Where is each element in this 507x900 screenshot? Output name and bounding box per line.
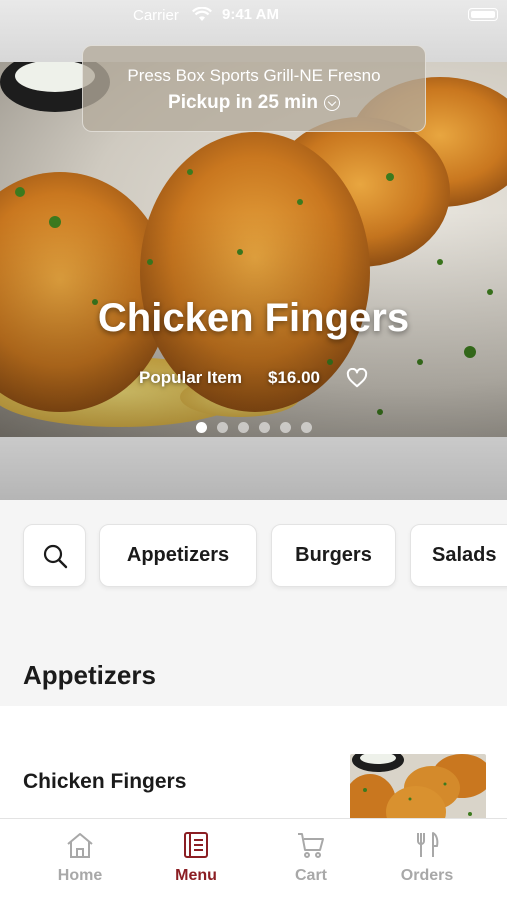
chevron-down-icon: [323, 95, 340, 111]
wifi-icon: [192, 7, 212, 21]
category-chip-appetizers[interactable]: Appetizers: [99, 524, 257, 587]
tab-label-cart: Cart: [294, 867, 327, 884]
category-chip-salads[interactable]: Salads: [410, 524, 507, 587]
carousel-dot[interactable]: [300, 422, 312, 433]
heart-icon[interactable]: [346, 368, 368, 388]
section-title: Appetizers: [23, 660, 156, 690]
battery-icon: [468, 8, 498, 21]
bottom-tab-bar: Home Menu Cart Orders: [0, 818, 507, 900]
status-time: 9:41 AM: [222, 6, 279, 23]
tab-cart[interactable]: Cart: [261, 829, 361, 897]
carrier-label: Carrier: [133, 7, 179, 24]
category-chip-burgers[interactable]: Burgers: [271, 524, 396, 587]
featured-item-title: Chicken Fingers: [97, 296, 410, 340]
store-selector[interactable]: Press Box Sports Grill-NE Fresno Pickup …: [82, 45, 426, 132]
home-icon: [67, 833, 93, 858]
store-name: Press Box Sports Grill-NE Fresno: [127, 66, 381, 85]
tab-orders[interactable]: Orders: [377, 829, 477, 897]
menu-item[interactable]: Chicken Fingers: [0, 706, 507, 820]
status-bar: Carrier 9:41 AM: [0, 0, 507, 30]
menu-icon: [184, 832, 208, 858]
featured-item-meta: Popular Item $16.00: [0, 368, 507, 388]
tab-label-home: Home: [57, 867, 103, 884]
tab-home[interactable]: Home: [30, 829, 130, 897]
cart-icon: [298, 833, 324, 858]
featured-item-price: $16.00: [267, 368, 320, 387]
carousel-dot[interactable]: [237, 422, 249, 433]
pickup-time-selector[interactable]: Pickup in 25 min: [83, 92, 425, 114]
carousel-dot[interactable]: [195, 422, 207, 433]
menu-item-thumbnail: [350, 754, 486, 820]
pickup-time: Pickup in 25 min: [168, 92, 318, 113]
carousel-dot[interactable]: [216, 422, 228, 433]
popular-badge: Popular Item: [139, 368, 242, 387]
carousel-pager[interactable]: [0, 422, 507, 433]
tab-label-orders: Orders: [400, 867, 454, 884]
tab-menu[interactable]: Menu: [146, 829, 246, 897]
section-header: Appetizers: [0, 640, 507, 706]
carousel-dot[interactable]: [279, 422, 291, 433]
carousel-dot[interactable]: [258, 422, 270, 433]
menu-item-name: Chicken Fingers: [23, 770, 187, 793]
category-bar: Appetizers Burgers Salads: [0, 500, 507, 620]
search-button[interactable]: [23, 524, 86, 587]
search-icon: [43, 544, 67, 568]
hero-banner[interactable]: Carrier 9:41 AM Press Box Sports Grill-N…: [0, 0, 507, 500]
orders-icon: [417, 832, 439, 857]
tab-label-menu: Menu: [175, 867, 217, 884]
